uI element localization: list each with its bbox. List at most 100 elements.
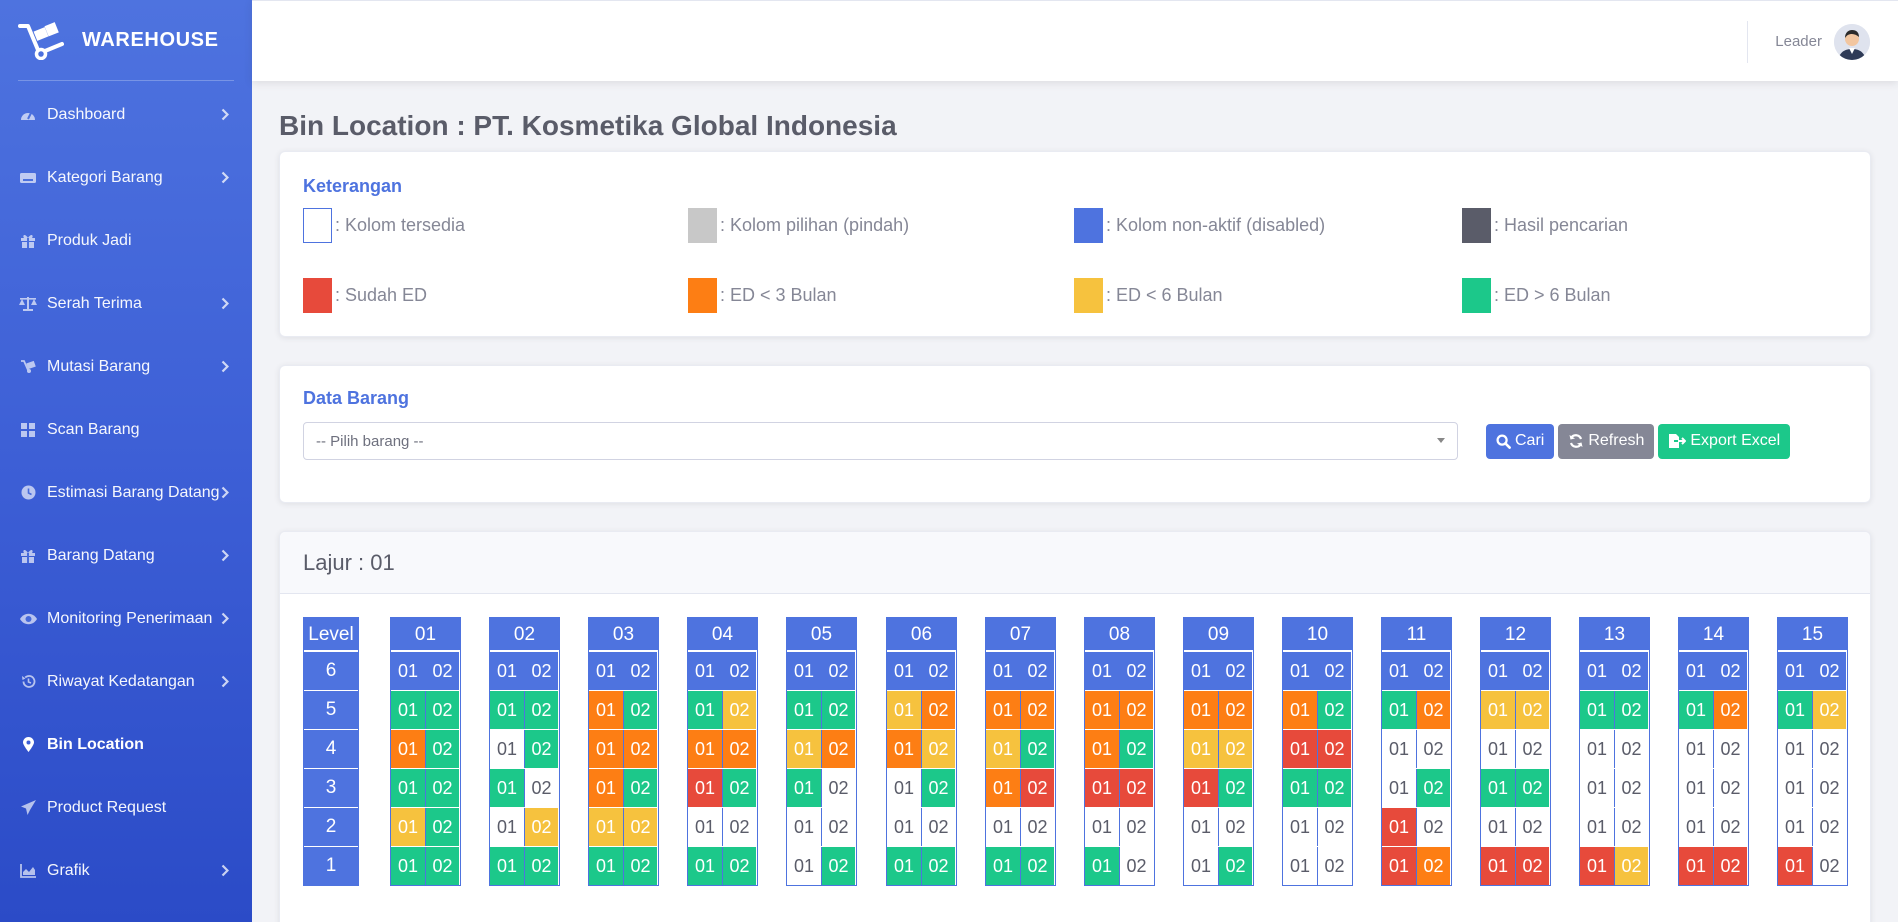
sidebar-item-dashboard[interactable]: Dashboard (0, 83, 252, 146)
bin-cell[interactable]: 02 (1614, 691, 1648, 729)
bin-cell[interactable]: 02 (1812, 847, 1846, 885)
bin-cell[interactable]: 01 (787, 691, 821, 729)
export-excel-button[interactable]: Export Excel (1658, 423, 1791, 459)
bin-cell[interactable]: 02 (821, 847, 855, 885)
bin-cell[interactable]: 02 (1416, 847, 1450, 885)
bin-cell[interactable]: 01 (1184, 808, 1218, 846)
bin-cell[interactable]: 01 (1382, 769, 1416, 807)
bin-cell[interactable]: 02 (1317, 730, 1351, 768)
bin-cell[interactable]: 02 (722, 730, 756, 768)
bin-cell[interactable]: 01 (787, 808, 821, 846)
sidebar-item-mutasi-barang[interactable]: Mutasi Barang (0, 335, 252, 398)
bin-cell[interactable]: 01 (1481, 691, 1515, 729)
bin-cell[interactable]: 02 (1020, 847, 1054, 885)
bin-cell[interactable]: 01 (1778, 847, 1812, 885)
bin-cell[interactable]: 02 (1119, 769, 1153, 807)
bin-cell[interactable]: 01 (490, 691, 524, 729)
bin-cell[interactable]: 01 (589, 769, 623, 807)
bin-cell[interactable]: 02 (425, 769, 459, 807)
bin-cell[interactable]: 02 (425, 808, 459, 846)
bin-cell[interactable]: 01 (391, 691, 425, 729)
user-name[interactable]: Leader (1775, 33, 1822, 50)
bin-cell[interactable]: 01 (1778, 769, 1812, 807)
sidebar-item-serah-terima[interactable]: Serah Terima (0, 272, 252, 335)
bin-cell[interactable]: 01 (986, 730, 1020, 768)
bin-cell[interactable]: 02 (623, 847, 657, 885)
bin-cell[interactable]: 02 (1713, 730, 1747, 768)
bin-cell[interactable]: 02 (1713, 808, 1747, 846)
bin-cell[interactable]: 02 (921, 730, 955, 768)
bin-cell[interactable]: 01 (490, 808, 524, 846)
bin-cell[interactable]: 02 (1416, 808, 1450, 846)
bin-cell[interactable]: 01 (1679, 847, 1713, 885)
bin-cell[interactable]: 02 (1119, 730, 1153, 768)
bin-cell[interactable]: 02 (1515, 808, 1549, 846)
bin-cell[interactable]: 01 (1283, 769, 1317, 807)
bin-cell[interactable]: 02 (425, 691, 459, 729)
bin-cell[interactable]: 02 (1713, 847, 1747, 885)
bin-cell[interactable]: 02 (1614, 730, 1648, 768)
bin-cell[interactable]: 01 (1679, 730, 1713, 768)
bin-cell[interactable]: 01 (887, 769, 921, 807)
bin-cell[interactable]: 02 (722, 769, 756, 807)
bin-cell[interactable]: 01 (589, 691, 623, 729)
bin-cell[interactable]: 02 (1317, 847, 1351, 885)
bin-cell[interactable]: 01 (787, 730, 821, 768)
bin-cell[interactable]: 02 (1218, 847, 1252, 885)
bin-cell[interactable]: 01 (887, 808, 921, 846)
bin-cell[interactable]: 01 (986, 808, 1020, 846)
bin-cell[interactable]: 01 (1679, 691, 1713, 729)
sidebar-item-scan-barang[interactable]: Scan Barang (0, 398, 252, 461)
bin-cell[interactable]: 02 (1119, 847, 1153, 885)
bin-cell[interactable]: 02 (1515, 691, 1549, 729)
bin-cell[interactable]: 01 (1184, 691, 1218, 729)
sidebar-item-barang-datang[interactable]: Barang Datang (0, 524, 252, 587)
bin-cell[interactable]: 01 (391, 808, 425, 846)
refresh-button[interactable]: Refresh (1558, 423, 1655, 459)
bin-cell[interactable]: 02 (623, 691, 657, 729)
bin-cell[interactable]: 02 (722, 691, 756, 729)
bin-cell[interactable]: 01 (1283, 691, 1317, 729)
bin-cell[interactable]: 01 (1679, 769, 1713, 807)
bin-cell[interactable]: 02 (1218, 808, 1252, 846)
bin-cell[interactable]: 02 (1812, 808, 1846, 846)
avatar[interactable] (1834, 24, 1870, 60)
bin-cell[interactable]: 01 (1580, 730, 1614, 768)
bin-cell[interactable]: 02 (921, 808, 955, 846)
bin-cell[interactable]: 01 (986, 691, 1020, 729)
bin-cell[interactable]: 01 (391, 847, 425, 885)
bin-cell[interactable]: 02 (623, 769, 657, 807)
bin-cell[interactable]: 01 (1580, 769, 1614, 807)
bin-cell[interactable]: 02 (524, 769, 558, 807)
bin-cell[interactable]: 02 (722, 847, 756, 885)
bin-cell[interactable]: 01 (490, 769, 524, 807)
bin-cell[interactable]: 01 (1382, 808, 1416, 846)
bin-cell[interactable]: 01 (787, 769, 821, 807)
bin-cell[interactable]: 01 (986, 769, 1020, 807)
bin-cell[interactable]: 01 (1580, 847, 1614, 885)
barang-select[interactable]: -- Pilih barang -- (303, 422, 1458, 460)
bin-cell[interactable]: 02 (1713, 691, 1747, 729)
bin-cell[interactable]: 02 (1713, 769, 1747, 807)
bin-cell[interactable]: 02 (1614, 808, 1648, 846)
bin-cell[interactable]: 01 (589, 847, 623, 885)
bin-cell[interactable]: 01 (1778, 808, 1812, 846)
bin-cell[interactable]: 02 (1020, 769, 1054, 807)
bin-cell[interactable]: 02 (1218, 769, 1252, 807)
bin-cell[interactable]: 02 (722, 808, 756, 846)
bin-cell[interactable]: 02 (1317, 808, 1351, 846)
bin-cell[interactable]: 02 (1119, 691, 1153, 729)
bin-cell[interactable]: 01 (391, 769, 425, 807)
bin-cell[interactable]: 02 (1515, 769, 1549, 807)
sidebar-item-produk-jadi[interactable]: Produk Jadi (0, 209, 252, 272)
bin-cell[interactable]: 01 (589, 730, 623, 768)
bin-cell[interactable]: 01 (688, 691, 722, 729)
bin-cell[interactable]: 01 (1283, 847, 1317, 885)
bin-cell[interactable]: 02 (1020, 730, 1054, 768)
bin-cell[interactable]: 01 (1481, 808, 1515, 846)
bin-cell[interactable]: 01 (688, 808, 722, 846)
sidebar-item-kategori-barang[interactable]: Kategori Barang (0, 146, 252, 209)
bin-cell[interactable]: 01 (1382, 847, 1416, 885)
bin-cell[interactable]: 01 (1481, 769, 1515, 807)
bin-cell[interactable]: 02 (1416, 769, 1450, 807)
